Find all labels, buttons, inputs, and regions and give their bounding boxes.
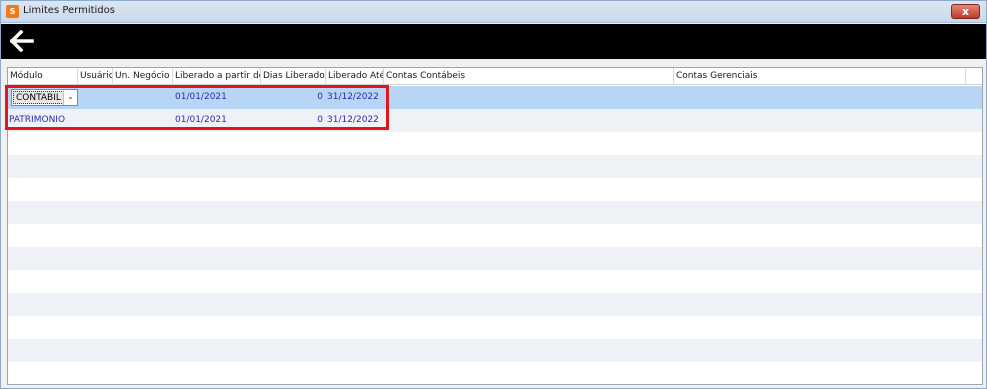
column-header-un-negocio[interactable]: Un. Negócio: [113, 68, 173, 85]
column-header-dias-liberados[interactable]: Dias Liberados: [261, 68, 326, 85]
empty-row: [8, 155, 982, 178]
limits-grid[interactable]: Módulo Usuário Un. Negócio Liberado a pa…: [7, 67, 983, 385]
close-icon: x: [961, 5, 970, 18]
column-header-usuario[interactable]: Usuário: [78, 68, 113, 85]
table-row[interactable]: PATRIMONIO 01/01/2021 0 31/12/2022: [8, 109, 982, 132]
empty-row: [8, 339, 982, 362]
empty-row: [8, 132, 982, 155]
empty-row: [8, 224, 982, 247]
dias-liberados-cell: 0: [317, 92, 323, 102]
grid-header: Módulo Usuário Un. Negócio Liberado a pa…: [8, 68, 982, 85]
empty-row: [8, 316, 982, 339]
title-bar[interactable]: S Limites Permitidos x: [1, 1, 986, 23]
modulo-select-value: CONTABIL: [13, 91, 64, 104]
toolbar: [1, 24, 986, 59]
grid-rows: CONTABIL ⌄ 01/01/2021 0 31/12/2022 PATRI…: [8, 86, 982, 384]
table-row[interactable]: CONTABIL ⌄ 01/01/2021 0 31/12/2022: [8, 86, 982, 109]
liberado-de-cell: 01/01/2021: [175, 115, 227, 125]
chevron-down-icon[interactable]: ⌄: [63, 90, 77, 105]
app-logo-icon: S: [6, 5, 19, 18]
column-header-modulo[interactable]: Módulo: [8, 68, 78, 85]
modulo-select[interactable]: CONTABIL ⌄: [11, 89, 78, 106]
column-header-contas-contabeis[interactable]: Contas Contábeis: [384, 68, 674, 85]
limites-permitidos-window: S Limites Permitidos x Módulo Usuário Un…: [0, 0, 987, 389]
column-header-contas-gerenciais[interactable]: Contas Gerenciais: [674, 68, 966, 85]
empty-row: [8, 293, 982, 316]
arrow-left-icon: [9, 29, 34, 53]
column-header-liberado-ate[interactable]: Liberado Até: [326, 68, 384, 85]
column-header-liberado-de[interactable]: Liberado a partir de: [173, 68, 261, 85]
liberado-de-cell: 01/01/2021: [175, 92, 227, 102]
empty-row: [8, 270, 982, 293]
liberado-ate-cell: 31/12/2022: [327, 115, 379, 125]
empty-row: [8, 247, 982, 270]
dias-liberados-cell: 0: [317, 115, 323, 125]
back-button[interactable]: [9, 29, 34, 53]
empty-row: [8, 362, 982, 384]
modulo-cell: PATRIMONIO: [9, 115, 66, 125]
window-title: Limites Permitidos: [23, 5, 115, 16]
empty-row: [8, 178, 982, 201]
empty-row: [8, 201, 982, 224]
close-button[interactable]: x: [951, 4, 980, 19]
liberado-ate-cell: 31/12/2022: [327, 92, 379, 102]
